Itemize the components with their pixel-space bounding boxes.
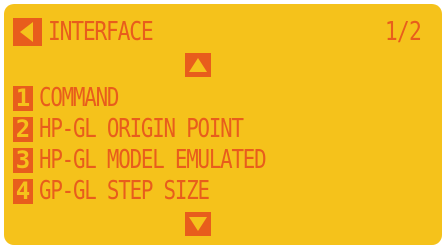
back-button[interactable]	[13, 18, 42, 46]
menu-item-hpgl-model-emulated[interactable]: 3 HP-GL MODEL EMULATED	[13, 145, 433, 176]
scroll-down-button[interactable]	[185, 212, 211, 236]
item-label: HP-GL ORIGIN POINT	[39, 114, 244, 144]
page-title: INTERFACE	[48, 17, 154, 47]
page-indicator: 1/2	[384, 17, 422, 47]
item-number[interactable]: 3	[13, 148, 33, 173]
item-label: GP-GL STEP SIZE	[39, 176, 210, 206]
menu-list: 1 COMMAND 2 HP-GL ORIGIN POINT 3 HP-GL M…	[13, 83, 433, 208]
scroll-up-arrow-icon	[189, 58, 207, 72]
item-number[interactable]: 4	[13, 179, 33, 204]
scroll-up-button[interactable]	[185, 53, 211, 77]
item-number[interactable]: 2	[13, 117, 33, 142]
menu-item-gpgl-step-size[interactable]: 4 GP-GL STEP SIZE	[13, 176, 433, 207]
menu-item-hpgl-origin-point[interactable]: 2 HP-GL ORIGIN POINT	[13, 114, 433, 145]
item-label: COMMAND	[39, 83, 119, 113]
menu-item-command[interactable]: 1 COMMAND	[13, 83, 433, 114]
header-bar: INTERFACE 1/2	[13, 17, 433, 48]
item-label: HP-GL MODEL EMULATED	[39, 145, 267, 175]
item-number[interactable]: 1	[13, 86, 33, 111]
lcd-screen: INTERFACE 1/2 1 COMMAND 2 HP-GL ORIGIN P…	[4, 4, 442, 245]
back-arrow-icon	[20, 22, 33, 42]
scroll-down-arrow-icon	[189, 217, 207, 231]
